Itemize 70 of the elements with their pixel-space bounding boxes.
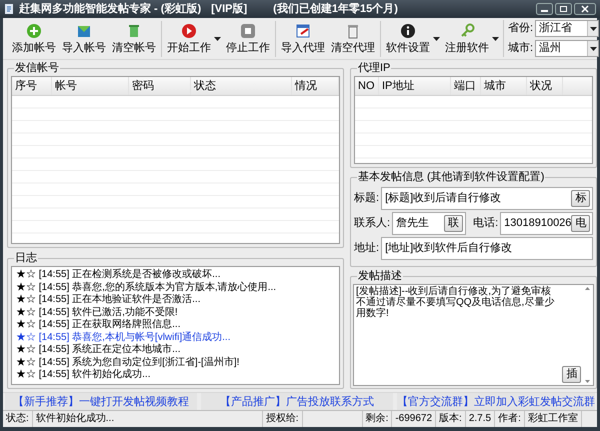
field-value: [地址]收到软件后自行修改	[385, 241, 514, 256]
field-value: [标题]收到后请自行修改	[385, 191, 502, 206]
group-title: 日志	[14, 251, 38, 265]
toolbar-button[interactable]: 添加帐号	[9, 22, 59, 54]
status-label: 版本:	[436, 411, 466, 427]
log-entry: ★☆ [14:55] 系统为您自动定位到[浙江省]-[温州市]!	[16, 356, 240, 368]
toolbar-button[interactable]: 软件设置	[383, 22, 433, 54]
log-entry: ★☆ [14:55] 软件已激活,功能不受限!	[16, 306, 179, 318]
promo-link[interactable]: 【产品推广】广告投放联系方式	[201, 393, 393, 410]
insert-button[interactable]: 联	[444, 215, 464, 232]
toolbar-button[interactable]: 注册软件	[442, 22, 492, 54]
log-entry: ★☆ [14:55] 正在本地验证软件是否激活...	[16, 294, 202, 306]
input-field[interactable]: [标题]收到后请自行修改 标	[381, 187, 594, 210]
description-textarea[interactable]: [发帖描述]--收到后请自行修改,为了避免审核不通过请尽量不要填写QQ及电话信息,尽量少用数字! 插	[353, 284, 594, 386]
status-label: 状态:	[3, 411, 33, 427]
age-notice: (我们已创建1年零15个月)	[273, 2, 398, 17]
column-header[interactable]: 帐号	[52, 77, 129, 95]
status-label: 剩余:	[362, 411, 392, 427]
column-header[interactable]: 城市	[481, 77, 527, 95]
log-entry: ★☆ [14:55] 软件初始化成功...	[16, 369, 152, 382]
status-value: 软件初始化成功...	[32, 411, 263, 427]
select-label: 省份:	[508, 21, 534, 36]
field-label: 电话:	[473, 216, 498, 232]
promo-link[interactable]: 【新手推荐】一键打开发帖视频教程	[5, 393, 197, 410]
description-text: [发帖描述]--收到后请自行修改,为了避免审核不通过请尽量不要填写QQ及电话信息,尽量少用数字!	[355, 285, 556, 321]
input-field[interactable]: 13018910026 电	[500, 212, 594, 235]
status-label: 授权给:	[262, 411, 303, 427]
group-title: 代理IP	[357, 61, 392, 75]
column-header[interactable]: 序号	[12, 77, 52, 95]
status-value: 彩虹工作室	[524, 411, 582, 427]
log-entry: ★☆ [14:55] 正在检测系统是否被修改或破坏...	[16, 269, 222, 282]
column-header[interactable]: 状态	[191, 77, 292, 95]
toolbar-button[interactable]: 清空代理	[328, 22, 378, 54]
insert-button[interactable]: 标	[571, 190, 590, 207]
field-value: 詹先生	[396, 216, 430, 232]
log-entry: ★☆ [14:55] 系统正在定位本地城市...	[16, 344, 182, 356]
group-title: 发帖描述	[357, 269, 403, 283]
log-entry: ★☆ [14:55] 正在获取网络牌照信息...	[16, 319, 182, 332]
toolbar-button[interactable]: 开始工作	[164, 22, 214, 54]
promo-link[interactable]: 【官方交流群】立即加入彩虹发帖交流群	[397, 393, 595, 410]
dropdown-select[interactable]: 浙江省	[535, 20, 600, 37]
window-title: 赶集网多功能智能发帖专家 - (彩虹版)	[19, 2, 202, 17]
column-header[interactable]: 端口	[451, 77, 481, 95]
toolbar-button[interactable]: 清空帐号	[109, 22, 159, 54]
input-field[interactable]: 詹先生 联	[392, 212, 466, 235]
status-value: 2.7.5	[466, 411, 496, 427]
edition-label: [VIP版]	[211, 2, 248, 17]
insert-button[interactable]: 电	[571, 215, 590, 232]
toolbar-button[interactable]: 停止工作	[223, 22, 273, 54]
insert-button[interactable]: 插	[562, 366, 582, 383]
group-title: 基本发帖信息 (其他请到软件设置配置)	[357, 170, 546, 184]
column-header[interactable]: IP地址	[379, 77, 451, 95]
log-entry: ★☆ [14:55] 恭喜您,您的系统版本为官方版本,请放心使用...	[16, 282, 278, 294]
toolbar-button[interactable]: 导入代理	[278, 22, 328, 54]
column-header[interactable]: 状况	[527, 77, 563, 95]
column-header[interactable]: 密码	[129, 77, 191, 95]
group-title: 发信帐号	[14, 61, 60, 75]
field-label: 地址:	[354, 241, 380, 256]
input-field[interactable]: [地址]收到软件后自行修改	[381, 237, 594, 260]
field-value: 13018910026	[504, 216, 572, 232]
column-header[interactable]: 情况	[292, 77, 339, 95]
toolbar-button[interactable]: 导入帐号	[59, 22, 109, 54]
log-entry: ★☆ [14:55] 恭喜您,本机与帐号[vlwifi]通信成功...	[16, 332, 232, 344]
status-value: -699672	[392, 411, 436, 427]
column-header[interactable]: NO	[355, 77, 379, 95]
select-label: 城市:	[508, 40, 534, 56]
dropdown-select[interactable]: 温州	[535, 40, 600, 57]
status-label: 作者:	[495, 411, 525, 427]
field-label: 标题:	[354, 191, 380, 206]
field-label: 联系人:	[354, 216, 390, 232]
